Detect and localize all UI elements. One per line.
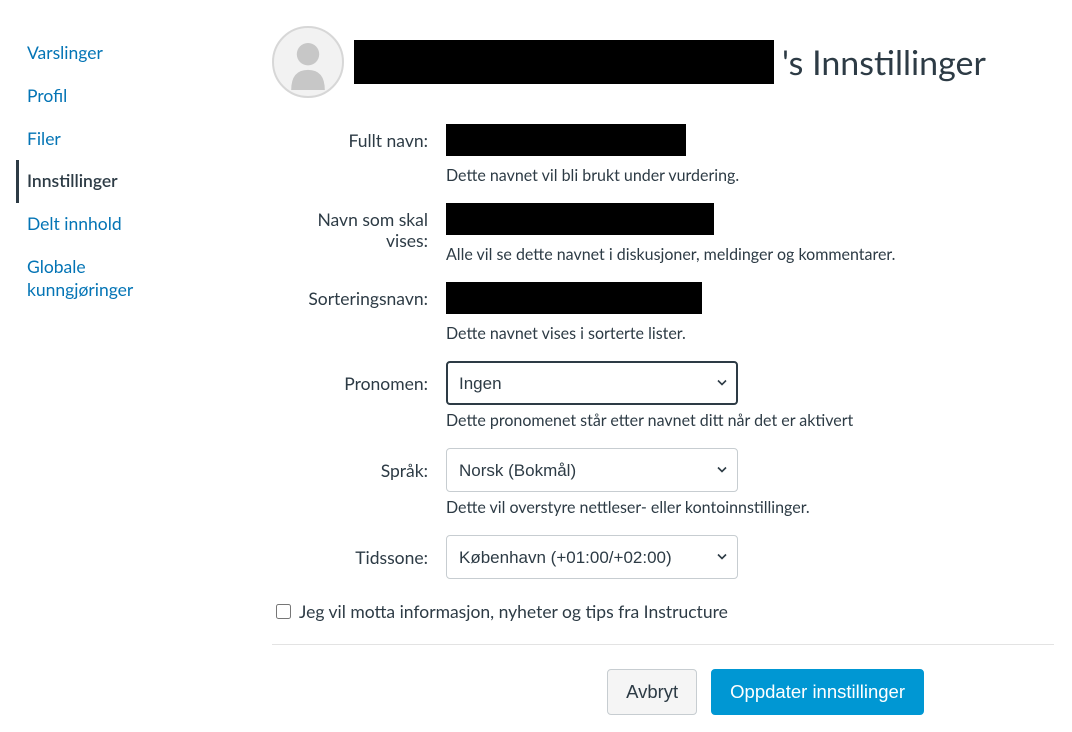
submit-button[interactable]: Oppdater innstillinger (711, 669, 924, 715)
sortname-value-redacted (446, 282, 702, 314)
pronouns-select[interactable]: Ingen (446, 361, 738, 405)
language-label: Språk: (272, 448, 446, 517)
fullname-label: Fullt navn: (272, 124, 446, 185)
displayname-value-redacted (446, 203, 714, 235)
displayname-label: Navn som skal vises: (272, 203, 446, 264)
sidebar-item-delt-innhold[interactable]: Delt innhold (16, 203, 172, 246)
pronouns-help: Dette pronomenet står etter navnet ditt … (446, 411, 1054, 430)
pronouns-label: Pronomen: (272, 361, 446, 430)
avatar (272, 26, 344, 98)
displayname-help: Alle vil se dette navnet i diskusjoner, … (446, 245, 1054, 264)
sidebar-item-filer[interactable]: Filer (16, 118, 172, 161)
page-title: 's Innstillinger (354, 40, 986, 84)
redacted-name (354, 40, 774, 84)
sidebar-item-innstillinger[interactable]: Innstillinger (16, 160, 172, 203)
newsletter-label[interactable]: Jeg vil motta informasjon, nyheter og ti… (299, 601, 728, 622)
separator (272, 644, 1054, 645)
language-help: Dette vil overstyre nettleser- eller kon… (446, 498, 1054, 517)
person-icon (280, 34, 336, 90)
sortname-help: Dette navnet vises i sorterte lister. (446, 324, 1054, 343)
timezone-select[interactable]: København (+01:00/+02:00) (446, 535, 738, 579)
sidebar-item-profil[interactable]: Profil (16, 75, 172, 118)
sidebar-item-varslinger[interactable]: Varslinger (16, 32, 172, 75)
sortname-label: Sorteringsnavn: (272, 282, 446, 343)
sidebar: Varslinger Profil Filer Innstillinger De… (16, 16, 172, 715)
page-title-suffix: 's Innstillinger (782, 42, 986, 83)
fullname-help: Dette navnet vil bli brukt under vurderi… (446, 166, 1054, 185)
newsletter-checkbox[interactable] (276, 604, 291, 619)
timezone-label: Tidssone: (272, 535, 446, 579)
fullname-value-redacted (446, 124, 686, 156)
language-select[interactable]: Norsk (Bokmål) (446, 448, 738, 492)
main: 's Innstillinger Fullt navn: Dette navne… (172, 16, 1054, 715)
sidebar-item-globale-kunngjoringer[interactable]: Globale kunngjøringer (16, 246, 172, 312)
cancel-button[interactable]: Avbryt (607, 669, 697, 715)
